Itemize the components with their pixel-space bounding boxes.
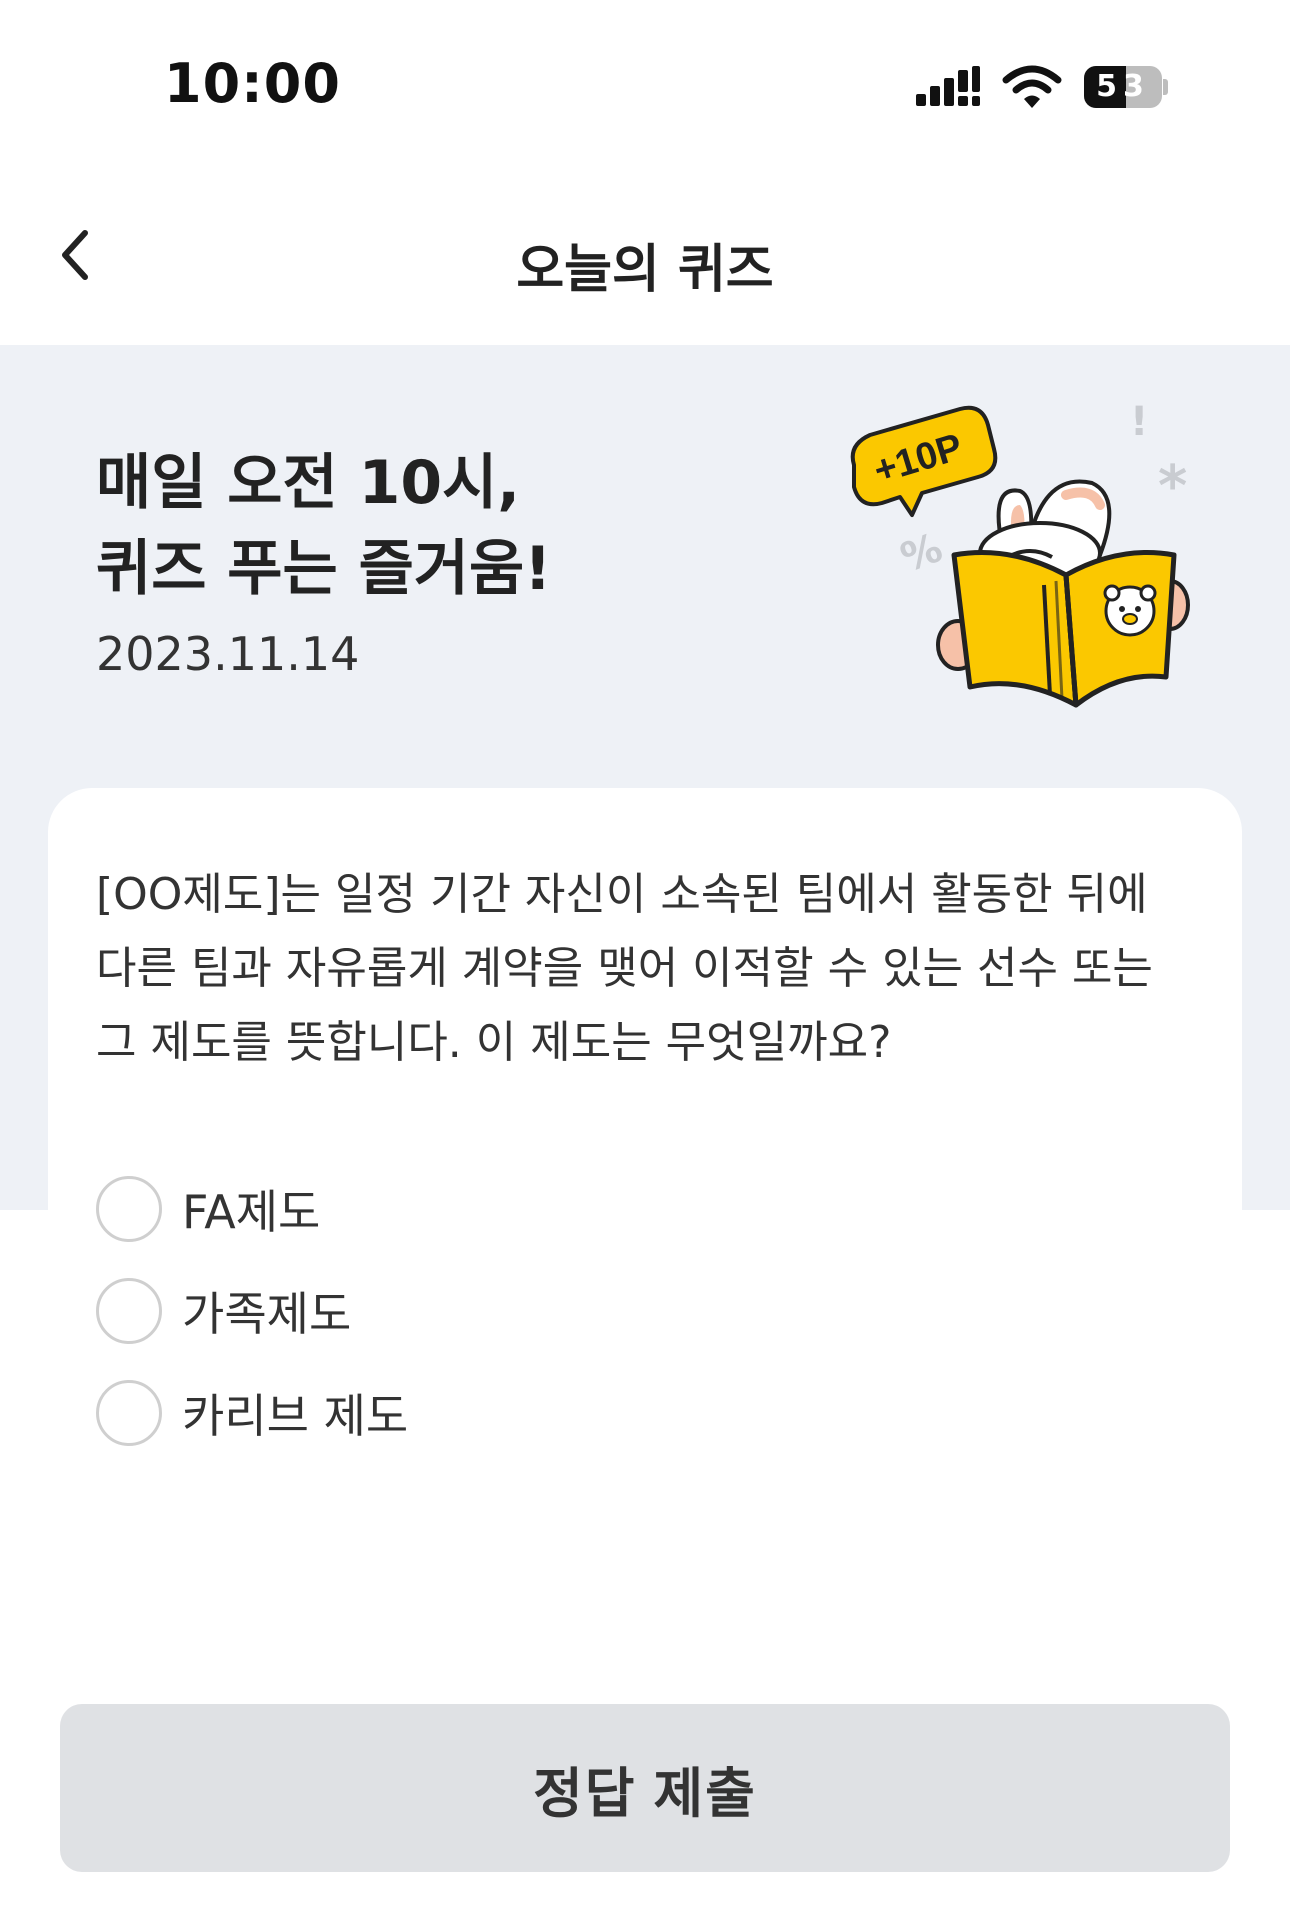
answer-options: FA제도 가족제도 카리브 제도 (96, 1158, 796, 1464)
hero-headline-line2: 퀴즈 푸는 즐거움! (96, 534, 552, 604)
quiz-question: [OO제도]는 일정 기간 자신이 소속된 팀에서 활동한 뒤에 다른 팀과 자… (96, 858, 1196, 1080)
status-time: 10:00 (164, 52, 341, 115)
hero-headline-line1: 매일 오전 10시, (96, 448, 521, 518)
signal-icon (916, 66, 980, 106)
status-icons: 53 (914, 64, 1174, 112)
answer-option-label: FA제도 (182, 1185, 321, 1239)
quiz-card: [OO제도]는 일정 기간 자신이 소속된 팀에서 활동한 뒤에 다른 팀과 자… (48, 788, 1242, 1608)
status-bar: 10:00 53 (0, 0, 1290, 175)
battery-level: 53 (1096, 69, 1150, 104)
points-badge: +10P (850, 405, 998, 517)
quiz-page: 10:00 53 오늘의 퀴즈 매일 오전 10시, 퀴즈 푸는 즐거움! 20… (0, 0, 1290, 1916)
answer-option-family[interactable]: 가족제도 (96, 1260, 796, 1362)
answer-option-caribbean[interactable]: 카리브 제도 (96, 1362, 796, 1464)
question-line: 그 제도를 뜻합니다. 이 제도는 무엇일까요? (96, 1017, 892, 1068)
radio-button[interactable] (96, 1176, 162, 1242)
wifi-icon (1002, 65, 1062, 108)
page-title: 오늘의 퀴즈 (516, 240, 774, 300)
question-line: [OO제도]는 일정 기간 자신이 소속된 팀에서 활동한 뒤에 (96, 869, 1148, 920)
battery-icon: 53 (1084, 66, 1168, 108)
svg-text:%: % (895, 525, 948, 582)
mascot-reading-book-illustration: +10P ! * % (850, 405, 1190, 708)
svg-text:*: * (1158, 454, 1187, 519)
answer-option-label: 카리브 제도 (182, 1389, 409, 1443)
radio-button[interactable] (96, 1278, 162, 1344)
submit-answer-label: 정답 제출 (533, 1763, 757, 1824)
hero-headline: 매일 오전 10시, 퀴즈 푸는 즐거움! (96, 440, 552, 612)
answer-option-fa[interactable]: FA제도 (96, 1158, 796, 1260)
nav-bar: 오늘의 퀴즈 (0, 175, 1290, 345)
radio-button[interactable] (96, 1380, 162, 1446)
svg-text:!: ! (1130, 405, 1148, 445)
answer-option-label: 가족제도 (182, 1287, 352, 1341)
submit-answer-button[interactable]: 정답 제출 (60, 1704, 1230, 1872)
question-line: 다른 팀과 자유롭게 계약을 맺어 이적할 수 있는 선수 또는 (96, 943, 1153, 994)
quiz-date: 2023.11.14 (96, 627, 360, 681)
